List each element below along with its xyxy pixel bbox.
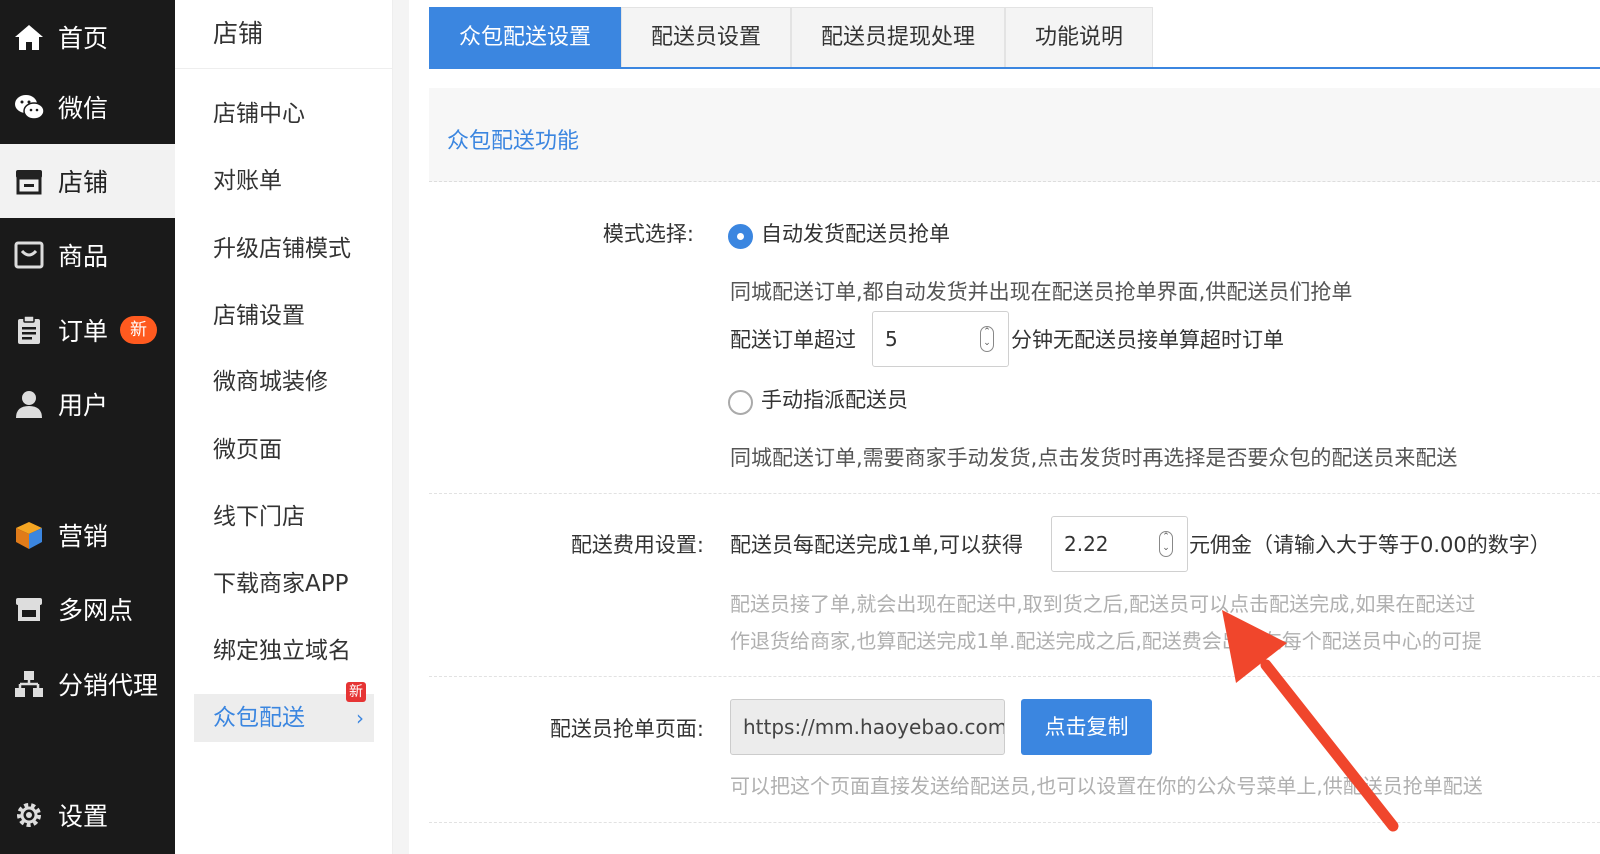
mode-label: 模式选择: [602, 222, 694, 246]
fee-prefix: 配送员每配送完成1单,可以获得 [730, 533, 1024, 557]
auto-dispatch-label: 自动发货配送员抢单 [761, 222, 950, 246]
submenu-item-label: 众包配送 [213, 705, 305, 731]
spinner-icon[interactable]: ⌃ ⌄ [1159, 531, 1173, 557]
nav-label: 店铺 [58, 168, 109, 197]
section-title: 众包配送功能 [447, 129, 580, 154]
submenu-item-download-app[interactable]: 下载商家APP [213, 564, 348, 604]
fee-hint-line-2: 作退货给商家,也算配送完成1单.配送完成之后,配送费会出现在每个配送员中心的可提 [730, 629, 1482, 653]
grab-page-hint: 可以把这个页面直接发送给配送员,也可以设置在你的公众号菜单上,供配送员抢单配送 [730, 774, 1483, 798]
submenu-item-bind-domain[interactable]: 绑定独立域名 [213, 631, 351, 671]
manual-dispatch-description: 同城配送订单,需要商家手动发货,点击发货时再选择是否要众包的配送员来配送 [730, 446, 1458, 470]
section-header: 众包配送功能 [429, 88, 1600, 182]
nav-item-branches[interactable]: 多网点 [0, 572, 175, 646]
submenu-item-micro-page[interactable]: 微页面 [213, 430, 282, 470]
divider [175, 68, 393, 69]
nav-item-marketing[interactable]: 营销 [0, 498, 175, 572]
wechat-icon [12, 90, 46, 124]
chevron-right-icon: › [356, 706, 364, 730]
nav-item-wechat[interactable]: 微信 [0, 70, 175, 144]
box-icon [12, 238, 46, 272]
new-badge: 新 [120, 316, 158, 344]
nav-item-distribution[interactable]: 分销代理 [0, 647, 175, 721]
nav-label: 营销 [58, 522, 109, 551]
submenu-item-crowd-delivery[interactable]: 众包配送 新 › [194, 682, 374, 742]
manual-dispatch-label: 手动指派配送员 [761, 388, 908, 412]
submenu-item-store-settings[interactable]: 店铺设置 [213, 296, 305, 336]
clipboard-icon [12, 313, 46, 347]
tab-crowd-delivery-settings[interactable]: 众包配送设置 [429, 7, 622, 67]
nav-label: 用户 [58, 391, 109, 420]
tab-courier-withdrawal[interactable]: 配送员提现处理 [791, 7, 1006, 67]
timeout-suffix: 分钟无配送员接单算超时订单 [1011, 328, 1284, 352]
submenu-title: 店铺 [213, 19, 264, 48]
nav-item-users[interactable]: 用户 [0, 367, 175, 441]
branch-store-icon [12, 592, 46, 626]
store-icon [12, 164, 46, 198]
submenu-item-mall-decoration[interactable]: 微商城装修 [213, 362, 328, 402]
submenu-item-store-center[interactable]: 店铺中心 [213, 94, 305, 134]
tab-courier-settings[interactable]: 配送员设置 [621, 7, 792, 67]
grab-page-url-field[interactable]: https://mm.haoyebao.com [730, 699, 1005, 755]
nav-item-home[interactable]: 首页 [0, 0, 175, 74]
auto-dispatch-description: 同城配送订单,都自动发货并出现在配送员抢单界面,供配送员们抢单 [730, 280, 1353, 304]
grab-page-label: 配送员抢单页面: [549, 717, 704, 741]
divider [429, 493, 1600, 494]
divider [429, 822, 1600, 823]
store-submenu: 店铺 店铺中心 对账单 升级店铺模式 店铺设置 微商城装修 微页面 线下门店 下… [175, 0, 393, 854]
nav-item-goods[interactable]: 商品 [0, 218, 175, 292]
gutter [393, 0, 409, 854]
fee-amount-value: 2.22 [1064, 532, 1109, 556]
hierarchy-icon [12, 667, 46, 701]
spinner-icon[interactable]: ⌃ ⌄ [980, 326, 994, 352]
copy-url-button[interactable]: 点击复制 [1021, 699, 1152, 755]
tab-bar: 众包配送设置 配送员设置 配送员提现处理 功能说明 [429, 7, 1600, 69]
nav-label: 首页 [58, 24, 109, 53]
nav-label: 分销代理 [58, 671, 159, 700]
submenu-item-statement[interactable]: 对账单 [213, 161, 282, 201]
fee-hint-line-1: 配送员接了单,就会出现在配送中,取到货之后,配送员可以点击配送完成,如果在配送过 [730, 592, 1476, 616]
nav-label: 设置 [58, 802, 109, 831]
nav-label: 微信 [58, 94, 109, 123]
gear-icon [12, 798, 46, 832]
submenu-item-upgrade-mode[interactable]: 升级店铺模式 [213, 229, 351, 269]
tab-feature-description[interactable]: 功能说明 [1005, 7, 1154, 67]
auto-dispatch-radio[interactable] [728, 224, 753, 249]
nav-label: 多网点 [58, 596, 134, 625]
nav-label: 订单 [58, 317, 109, 346]
user-icon [12, 387, 46, 421]
nav-label: 商品 [58, 242, 109, 271]
fee-amount-input[interactable]: 2.22 ⌃ ⌄ [1051, 516, 1188, 572]
submenu-item-offline-stores[interactable]: 线下门店 [213, 497, 305, 537]
divider [429, 676, 1600, 677]
nav-item-orders[interactable]: 订单 新 [0, 293, 175, 367]
main-sidebar: 首页 微信 店铺 商品 订单 新 用户 营销 多网点 分销代理 设置 [0, 0, 175, 854]
nav-item-store[interactable]: 店铺 [0, 144, 175, 218]
fee-label: 配送费用设置: [570, 533, 704, 557]
manual-dispatch-radio[interactable] [728, 390, 753, 415]
fee-suffix: 元佣金（请输入大于等于0.00的数字） [1189, 533, 1551, 557]
main-content: 众包配送设置 配送员设置 配送员提现处理 功能说明 众包配送功能 模式选择: 自… [409, 0, 1600, 854]
timeout-minutes-input[interactable]: 5 ⌃ ⌄ [872, 311, 1009, 367]
timeout-prefix: 配送订单超过 [730, 328, 856, 352]
cube-icon [12, 518, 46, 552]
nav-item-settings[interactable]: 设置 [0, 778, 175, 852]
timeout-minutes-value: 5 [885, 327, 898, 351]
home-icon [12, 20, 46, 54]
